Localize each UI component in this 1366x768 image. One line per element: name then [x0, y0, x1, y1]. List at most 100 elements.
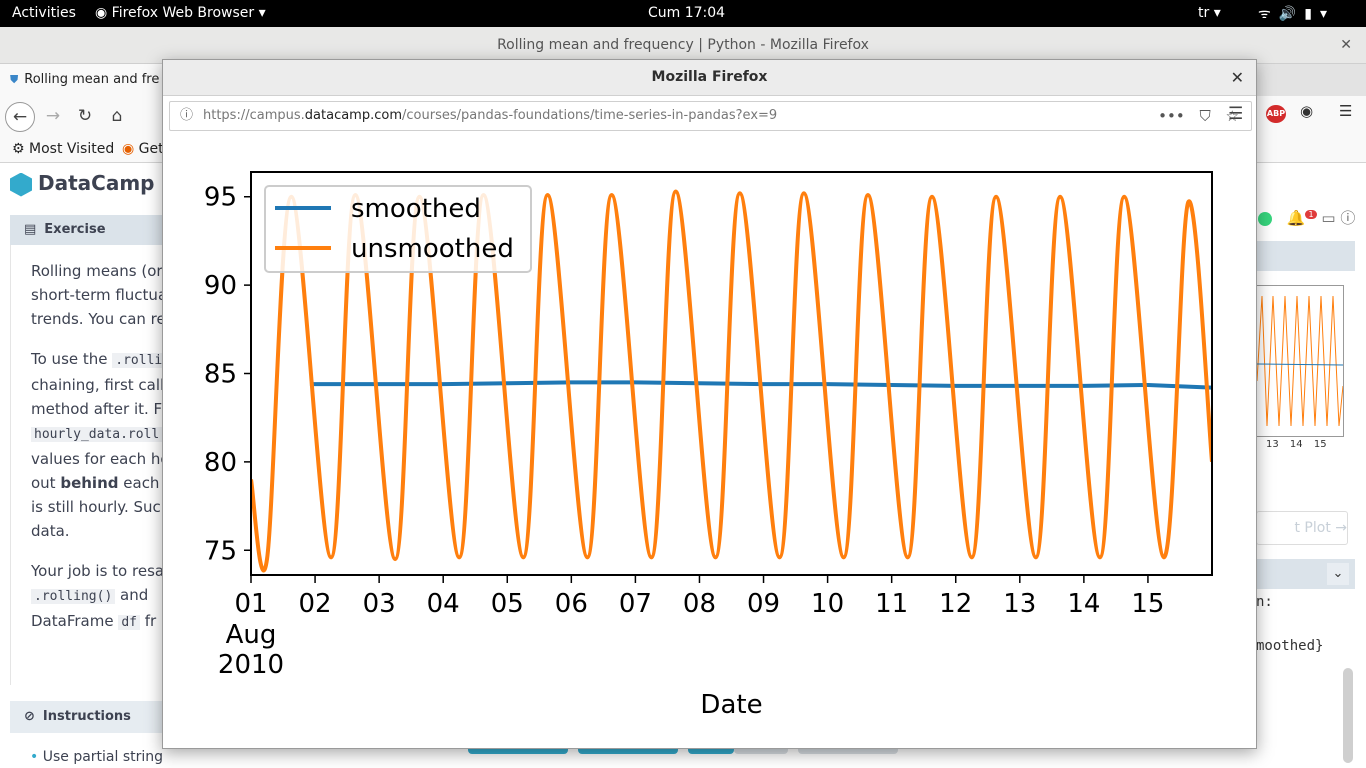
- bookmark-label: Get: [138, 141, 164, 157]
- x-tick-label: 15: [1131, 589, 1164, 619]
- home-button[interactable]: ⌂: [103, 102, 131, 130]
- x-tick-label: 08: [683, 589, 716, 619]
- bookmark-get-started[interactable]: ◉ Get: [122, 136, 164, 162]
- datacamp-logo[interactable]: DataCamp: [10, 171, 154, 197]
- exercise-header: ▤ Exercise: [10, 215, 170, 245]
- x-tick-label: 12: [939, 589, 972, 619]
- back-button[interactable]: ←: [5, 102, 35, 132]
- inline-code: df: [118, 615, 140, 630]
- brand-name: DataCamp: [38, 171, 155, 195]
- firefox-icon: ◉: [95, 5, 108, 21]
- bookmark-label: Most Visited: [29, 141, 115, 157]
- thumbnail-chart: [1256, 295, 1344, 427]
- activities-button[interactable]: Activities: [12, 5, 76, 21]
- check-circle-icon: ⊘: [24, 709, 35, 724]
- keyboard-layout[interactable]: tr ▾: [1198, 5, 1221, 21]
- bookmark-most-visited[interactable]: ⚙ Most Visited: [12, 136, 114, 162]
- url-text[interactable]: https://campus.datacamp.com/courses/pand…: [203, 102, 777, 130]
- app-menu-label: Firefox Web Browser: [111, 5, 255, 21]
- forward-button[interactable]: →: [39, 102, 67, 130]
- console-output: n: moothed}: [1256, 594, 1324, 654]
- clock[interactable]: Cum 17:04: [648, 5, 725, 21]
- url-actions: ••• ⛉ ☆: [1158, 102, 1239, 130]
- adblock-icon[interactable]: ABP: [1266, 105, 1286, 123]
- system-tray[interactable]: ᯤ 🔊 ▮ ▾: [1258, 4, 1335, 23]
- keyboard-layout-label: tr: [1198, 5, 1210, 21]
- plot-thumbnail: [1256, 285, 1344, 437]
- paragraph-2: To use the .rolli chaining, first callin…: [31, 347, 163, 543]
- x-tick-label: 02: [299, 589, 332, 619]
- x-tick-label: 05: [491, 589, 524, 619]
- firefox-icon: ◉: [122, 141, 135, 157]
- y-tick-label: 80: [204, 448, 237, 478]
- system-top-bar: Activities ◉ Firefox Web Browser ▾ Cum 1…: [0, 0, 1366, 27]
- expand-plot-button[interactable]: t Plot →: [1256, 511, 1348, 545]
- pocket-icon[interactable]: ⛉: [1200, 107, 1211, 125]
- hamburger-menu-icon[interactable]: ☰: [1339, 102, 1352, 120]
- url-bar[interactable]: ⓘ https://campus.datacamp.com/courses/pa…: [169, 101, 1252, 131]
- x-tick-sublabel: Aug: [226, 620, 277, 650]
- chart-area: 75 80 85 90 95 01 02 03 04 05 06 07 08 09 10 11 12 13 14 15…: [163, 136, 1256, 746]
- datacamp-favicon: ⛊: [10, 73, 19, 86]
- info-icon[interactable]: ⓘ: [180, 102, 193, 130]
- x-tick-label: 06: [555, 589, 588, 619]
- popup-title-bar: Mozilla Firefox ✕: [163, 60, 1256, 96]
- tab-rolling-mean[interactable]: ⛊ Rolling mean and fre: [0, 64, 171, 96]
- exercise-text: Rolling means (or m short-term fluctuat …: [10, 245, 163, 685]
- slides-icon[interactable]: ▭: [1321, 209, 1335, 227]
- battery-icon: ▮: [1304, 6, 1312, 22]
- reload-button[interactable]: ↻: [71, 102, 99, 130]
- console-scrollbar[interactable]: [1343, 668, 1353, 763]
- popup-title: Mozilla Firefox: [651, 69, 768, 85]
- close-icon[interactable]: ✕: [1340, 27, 1352, 63]
- exercise-label: Exercise: [44, 222, 106, 237]
- account-icon[interactable]: ◉: [1300, 102, 1313, 120]
- tab-title: Rolling mean and fre: [24, 72, 160, 87]
- instructions-header[interactable]: ⊘ Instructions: [10, 701, 170, 733]
- legend-label-smoothed: smoothed: [351, 194, 481, 224]
- x-tick-sublabel: 2010: [218, 650, 284, 680]
- gear-icon: ⚙: [12, 141, 25, 157]
- chevron-down-icon: ▾: [258, 5, 266, 21]
- x-tick-label: 03: [363, 589, 396, 619]
- y-tick-label: 90: [204, 271, 237, 301]
- instructions-label: Instructions: [42, 709, 131, 724]
- plot-popup-window: Mozilla Firefox ✕ ⓘ https://campus.datac…: [162, 59, 1257, 749]
- x-axis-label: Date: [700, 690, 762, 720]
- x-tick-label: 01: [234, 589, 267, 619]
- y-tick-label: 85: [204, 360, 237, 390]
- more-icon[interactable]: •••: [1158, 107, 1185, 125]
- volume-icon: 🔊: [1278, 6, 1297, 22]
- window-title: Rolling mean and frequency | Python - Mo…: [497, 37, 869, 53]
- y-tick-label: 75: [204, 536, 237, 566]
- x-tick-label: 07: [619, 589, 652, 619]
- notification-bell-icon[interactable]: 🔔: [1287, 209, 1306, 227]
- x-tick-label: 13: [1003, 589, 1036, 619]
- status-dot: [1258, 211, 1272, 226]
- x-tick-label: 09: [747, 589, 780, 619]
- x-tick-label: 04: [427, 589, 460, 619]
- x-tick-label: 14: [1067, 589, 1100, 619]
- inline-code: .rolling(): [31, 589, 116, 604]
- y-tick-label: 95: [204, 183, 237, 213]
- inline-code: hourly_data.roll: [31, 427, 163, 442]
- app-menu[interactable]: ◉ Firefox Web Browser ▾: [95, 5, 266, 21]
- right-toolbar: 🔔 1 ▭ ⓘ: [1258, 207, 1355, 228]
- datacamp-hex-icon: [10, 172, 32, 197]
- chevron-down-icon[interactable]: ⌄: [1327, 563, 1349, 585]
- rolling-mean-chart: 75 80 85 90 95 01 02 03 04 05 06 07 08 09 10 11 12 13 14 15…: [204, 171, 1213, 720]
- legend-label-unsmoothed: unsmoothed: [351, 234, 514, 264]
- console-header: ⌄: [1256, 559, 1355, 589]
- instruction-item: • Use partial string: [30, 749, 164, 765]
- close-icon[interactable]: ✕: [1231, 60, 1244, 95]
- bullet-icon: •: [30, 749, 39, 765]
- chevron-down-icon: ▾: [1319, 6, 1327, 22]
- wifi-icon: ᯤ: [1258, 6, 1271, 22]
- paragraph-3: Your job is to resam .rolling() and Data…: [31, 562, 163, 630]
- x-tick-label: 11: [875, 589, 908, 619]
- plots-tab-bar: [1256, 241, 1355, 271]
- inline-code: .rolli: [112, 353, 163, 368]
- document-icon: ▤: [24, 222, 37, 237]
- hamburger-menu-icon[interactable]: ☰: [1228, 104, 1243, 124]
- info-icon[interactable]: ⓘ: [1340, 209, 1355, 227]
